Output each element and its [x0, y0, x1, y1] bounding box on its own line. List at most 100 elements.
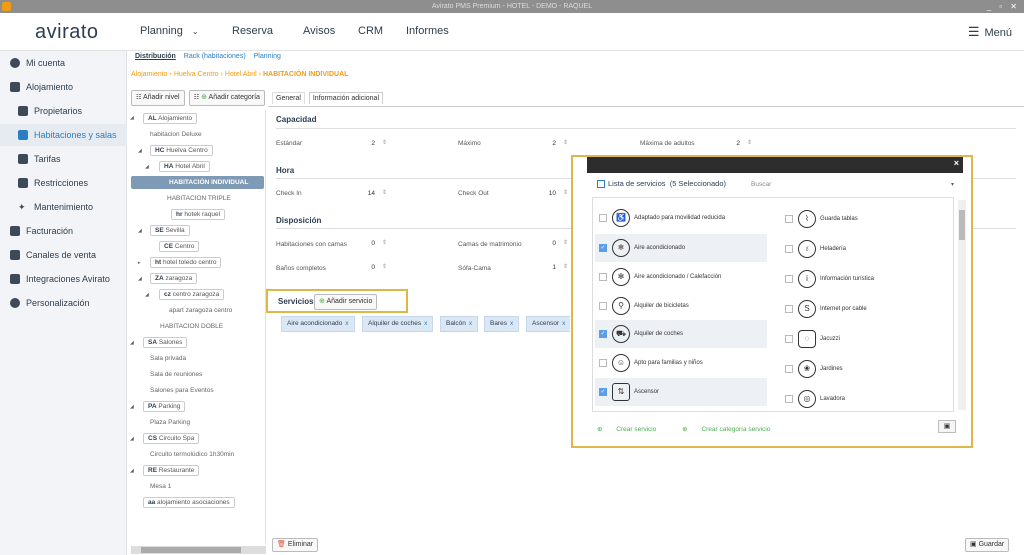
service-option[interactable]: ♿ Adaptado para movilidad reducida: [599, 204, 769, 232]
service-checkbox[interactable]: [599, 359, 607, 367]
sofa-stepper[interactable]: 1 ⇕: [538, 261, 568, 274]
add-level-button[interactable]: ☷ Añadir nivel: [131, 90, 185, 106]
service-checkbox[interactable]: ✓: [599, 244, 607, 252]
tree-node[interactable]: Mesa 1: [150, 483, 171, 490]
create-service-link[interactable]: ⊕ Crear servicio: [597, 426, 668, 433]
select-all-checkbox[interactable]: [597, 180, 605, 189]
tree-node[interactable]: SE Sevilla: [150, 225, 190, 236]
service-option[interactable]: ♁ Heladería: [785, 235, 950, 263]
tree-node[interactable]: aa alojamiento asociaciones: [143, 497, 235, 508]
tab-distribucion[interactable]: Distribución: [135, 53, 176, 60]
service-option[interactable]: ◌ Jacuzzi: [785, 325, 950, 353]
collapse-icon[interactable]: ◢: [145, 292, 149, 298]
tree-node[interactable]: HC Huelva Centro: [150, 145, 213, 156]
tree-node[interactable]: RE Restaurante: [143, 465, 200, 476]
sidebar-item-alojamiento[interactable]: Alojamiento: [0, 76, 127, 98]
sidebar-item-propietarios[interactable]: Propietarios: [0, 100, 127, 122]
sidebar-item-tarifas[interactable]: Tarifas: [0, 148, 127, 170]
sidebar-item-canales[interactable]: Canales de venta: [0, 244, 127, 266]
breadcrumb-item[interactable]: Hotel Abril: [225, 71, 257, 78]
remove-chip-icon[interactable]: x: [345, 320, 348, 327]
service-option[interactable]: ❀ Jardines: [785, 355, 950, 383]
banos-stepper[interactable]: 0 ⇕: [357, 261, 387, 274]
service-checkbox[interactable]: [785, 275, 793, 283]
nav-planning[interactable]: Planning ⌄: [140, 25, 199, 37]
breadcrumb-item[interactable]: Huelva Centro: [174, 71, 219, 78]
maximo-stepper[interactable]: 2 ⇕: [538, 137, 568, 150]
tab-rack[interactable]: Rack (habitaciones): [184, 53, 246, 60]
tree-node[interactable]: habitacion Deluxe: [150, 131, 202, 138]
hab-camas-stepper[interactable]: 0 ⇕: [357, 237, 387, 250]
service-option[interactable]: ⌇ Guarda tablas: [785, 205, 950, 233]
tree-node[interactable]: SA Salones: [143, 337, 188, 348]
save-button[interactable]: ▣ Guardar: [965, 538, 1010, 552]
add-category-button[interactable]: ☷ ⊕ Añadir categoría: [188, 90, 265, 106]
collapse-icon[interactable]: ◢: [130, 436, 134, 442]
sidebar-item-mantenimiento[interactable]: ✦ Mantenimiento: [0, 196, 127, 218]
remove-chip-icon[interactable]: x: [562, 320, 565, 327]
nav-avisos[interactable]: Avisos: [303, 25, 335, 37]
modal-scrollbar[interactable]: [958, 200, 966, 410]
collapse-icon[interactable]: ◢: [130, 115, 134, 121]
service-checkbox[interactable]: [785, 335, 793, 343]
camas-matr-stepper[interactable]: 0 ⇕: [538, 237, 568, 250]
tree-node[interactable]: AL Alojamiento: [143, 113, 198, 124]
remove-chip-icon[interactable]: x: [469, 320, 472, 327]
search-input[interactable]: Buscar: [751, 181, 771, 188]
service-checkbox[interactable]: ✓: [599, 330, 607, 338]
service-option[interactable]: ☺ Apto para familias y niños: [599, 349, 769, 377]
tree-node[interactable]: HABITACION DOBLE: [160, 323, 223, 330]
max-adultos-stepper[interactable]: 2 ⇕: [722, 137, 752, 150]
avirato-logo[interactable]: avirato: [35, 21, 99, 44]
collapse-icon[interactable]: ◢: [130, 468, 134, 474]
collapse-icon[interactable]: ◢: [138, 228, 142, 234]
service-option[interactable]: ✓ ❄ Aire acondicionado: [595, 234, 767, 262]
estandar-stepper[interactable]: 2 ⇕: [357, 137, 387, 150]
create-category-link[interactable]: ⊕ Crear categoría servicio: [682, 426, 782, 433]
tree-node[interactable]: CE Centro: [159, 241, 200, 252]
service-checkbox[interactable]: [599, 273, 607, 281]
service-checkbox[interactable]: [785, 365, 793, 373]
service-checkbox[interactable]: [785, 245, 793, 253]
menu-button[interactable]: ☰ Menú: [968, 24, 1012, 40]
chevron-down-icon[interactable]: ▾: [951, 181, 954, 188]
sidebar-item-restricciones[interactable]: Restricciones: [0, 172, 127, 194]
sidebar-item-habitaciones[interactable]: Habitaciones y salas: [0, 124, 127, 146]
tree-node[interactable]: CS Circuito Spa: [143, 433, 200, 444]
service-checkbox[interactable]: [599, 214, 607, 222]
service-option[interactable]: ✓ ⛟ Alquiler de coches: [595, 320, 767, 348]
sidebar-item-personalizacion[interactable]: Personalización: [0, 292, 127, 314]
service-option[interactable]: ✓ ⇅ Ascensor: [595, 378, 767, 406]
tree-node[interactable]: Circuito termolúdico 1h30min: [150, 451, 234, 458]
service-checkbox[interactable]: [785, 215, 793, 223]
tab-planning[interactable]: Planning: [254, 53, 281, 60]
tree-scrollbar[interactable]: [131, 546, 266, 554]
tree-node-selected[interactable]: HABITACIÓN INDIVIDUAL: [131, 176, 264, 189]
collapse-icon[interactable]: ◢: [130, 404, 134, 410]
tab-informacion-adicional[interactable]: Información adicional: [308, 92, 384, 104]
tree-node[interactable]: Sala de reuniones: [150, 371, 202, 378]
tree-node[interactable]: cz centro zaragoza: [159, 289, 225, 300]
tab-general[interactable]: General: [272, 92, 305, 104]
tree-node[interactable]: PA Parking: [143, 401, 186, 412]
remove-chip-icon[interactable]: x: [510, 320, 513, 327]
modal-save-button[interactable]: ▣: [938, 420, 956, 433]
tree-node[interactable]: HA Hotel Abril: [159, 161, 210, 172]
collapse-icon[interactable]: ◢: [145, 164, 149, 170]
collapse-icon[interactable]: ◢: [138, 276, 142, 282]
tree-node[interactable]: Plaza Parking: [150, 419, 190, 426]
tree-node[interactable]: Sala privada: [150, 355, 186, 362]
service-option[interactable]: ✻ Aire acondicionado / Calefacción: [599, 263, 769, 291]
collapse-icon[interactable]: ◢: [138, 148, 142, 154]
breadcrumb-item[interactable]: Alojamiento: [131, 71, 168, 78]
close-icon[interactable]: ×: [954, 158, 959, 168]
delete-button[interactable]: 🗑 Eliminar: [272, 538, 319, 552]
service-option[interactable]: ◎ Lavadora: [785, 385, 950, 411]
service-checkbox[interactable]: [785, 395, 793, 403]
remove-chip-icon[interactable]: x: [424, 320, 427, 327]
checkout-stepper[interactable]: 10 ⇕: [538, 187, 568, 200]
service-option[interactable]: i Información turística: [785, 265, 950, 293]
service-checkbox[interactable]: [599, 302, 607, 310]
service-option[interactable]: ⚲ Alquiler de bicicletas: [599, 292, 769, 320]
tree-node[interactable]: Salones para Eventos: [150, 387, 214, 394]
